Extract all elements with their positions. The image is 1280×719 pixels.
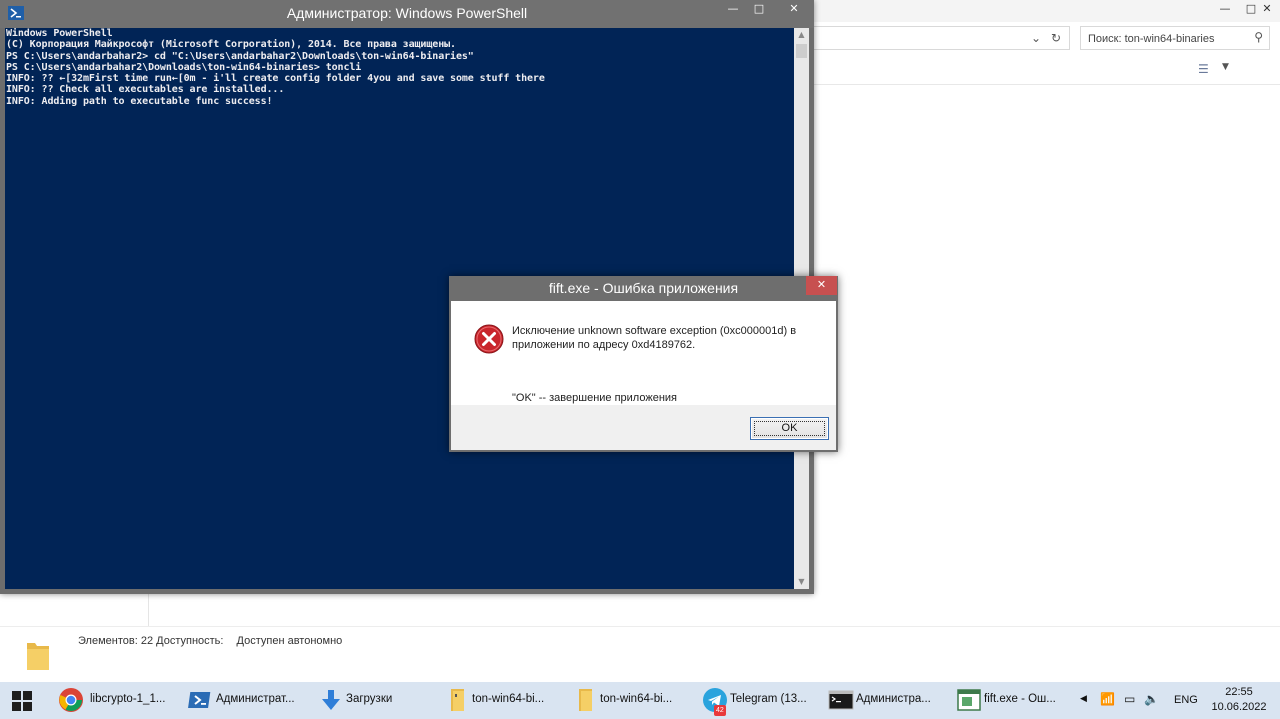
downloads-icon bbox=[322, 690, 340, 710]
dialog-message: Исключение unknown software exception (0… bbox=[512, 324, 822, 352]
explorer-close-button[interactable]: ✕ bbox=[1254, 0, 1280, 20]
taskbar-item-label: ton-win64-bi... bbox=[600, 693, 673, 705]
taskbar-item-folder-2[interactable]: ton-win64-bi... bbox=[566, 682, 690, 719]
taskbar-item-label: ton-win64-bi... bbox=[472, 693, 545, 705]
tray-expand-icon[interactable]: ◀ bbox=[1080, 693, 1087, 719]
monitor-icon[interactable]: ▭ bbox=[1124, 692, 1135, 719]
console-line: INFO: Adding path to executable func suc… bbox=[6, 95, 273, 107]
taskbar: libcrypto-1_1... Администрат... Загрузки bbox=[0, 682, 1280, 719]
explorer-minimize-button[interactable]: — bbox=[1212, 0, 1238, 20]
nav-pane-divider bbox=[148, 592, 149, 628]
ps-maximize-button[interactable]: □ bbox=[746, 0, 772, 20]
console-line: (C) Корпорация Майкрософт (Microsoft Cor… bbox=[6, 39, 456, 51]
console-line: INFO: ?? ←[32mFirst time run←[0m - i'll … bbox=[6, 73, 545, 85]
focus-rect bbox=[754, 421, 825, 436]
availability-value: Доступен автономно bbox=[236, 635, 343, 647]
taskbar-item-label: libcrypto-1_1... bbox=[90, 693, 166, 705]
taskbar-item-label: fift.exe - Ош... bbox=[984, 693, 1056, 705]
status-text: Элементов: 22 Доступность: Доступен авто… bbox=[78, 635, 342, 647]
taskbar-item-cmd[interactable]: Администра... bbox=[822, 682, 946, 719]
error-dialog[interactable]: fift.exe - Ошибка приложения ✕ Исключени… bbox=[449, 276, 838, 452]
console-line: PS C:\Users\andarbahar2> cd "C:\Users\an… bbox=[6, 50, 474, 62]
console-line: PS C:\Users\andarbahar2\Downloads\ton-wi… bbox=[6, 61, 362, 73]
taskbar-item-label: Загрузки bbox=[346, 693, 393, 705]
items-count: 22 bbox=[140, 635, 154, 647]
network-icon[interactable]: 📶 bbox=[1100, 692, 1115, 719]
view-details-icon[interactable]: ☰ bbox=[1198, 62, 1209, 76]
console-output: Windows PowerShell (C) Корпорация Майкро… bbox=[6, 28, 545, 107]
chevron-down-icon[interactable]: ⌄ bbox=[1026, 29, 1046, 47]
taskbar-item-fift-dialog[interactable]: fift.exe - Ош... bbox=[950, 682, 1074, 719]
ps-close-button[interactable]: ✕ bbox=[772, 0, 816, 20]
taskbar-clock[interactable]: 22:55 10.06.2022 bbox=[1208, 685, 1270, 715]
taskbar-item-label: Администра... bbox=[856, 693, 931, 705]
powershell-titlebar[interactable]: Администратор: Windows PowerShell — □ ✕ bbox=[0, 0, 814, 28]
powershell-title: Администратор: Windows PowerShell bbox=[286, 5, 528, 21]
volume-icon[interactable]: 🔈 bbox=[1144, 692, 1159, 719]
folder-large-icon bbox=[27, 643, 49, 670]
taskbar-item-powershell[interactable]: Администрат... bbox=[182, 682, 306, 719]
scroll-down-icon[interactable]: ▼ bbox=[794, 575, 809, 589]
console-line: Windows PowerShell bbox=[6, 28, 113, 39]
chrome-icon bbox=[59, 688, 83, 712]
taskbar-item-label: Telegram (13... bbox=[730, 693, 807, 705]
dialog-footer: OK bbox=[451, 405, 836, 450]
language-indicator[interactable]: ENG bbox=[1174, 694, 1198, 719]
ok-button[interactable]: OK bbox=[750, 417, 829, 440]
search-icon: ⚲ bbox=[1254, 30, 1263, 44]
clock-date: 10.06.2022 bbox=[1211, 701, 1267, 713]
error-icon bbox=[474, 324, 504, 354]
scroll-up-icon[interactable]: ▲ bbox=[794, 28, 809, 42]
app-window-icon bbox=[957, 689, 981, 711]
explorer-address-bar[interactable]: ⌄ ↻ bbox=[812, 26, 1070, 50]
dialog-hint: "OK" -- завершение приложения bbox=[512, 392, 677, 404]
dialog-close-button[interactable]: ✕ bbox=[806, 276, 837, 295]
explorer-titlebar: — □ ✕ bbox=[812, 0, 1280, 22]
dialog-titlebar[interactable]: fift.exe - Ошибка приложения ✕ bbox=[449, 276, 838, 301]
explorer-status-bar: Элементов: 22 Доступность: Доступен авто… bbox=[0, 626, 1280, 682]
refresh-icon[interactable]: ↻ bbox=[1046, 29, 1066, 47]
explorer-search-input[interactable]: Поиск: ton-win64-binaries ⚲ bbox=[1080, 26, 1270, 50]
view-dropdown-icon[interactable]: ▼ bbox=[1222, 62, 1229, 72]
dialog-body: Исключение unknown software exception (0… bbox=[451, 301, 836, 405]
taskbar-item-telegram[interactable]: 42 Telegram (13... bbox=[696, 682, 820, 719]
dialog-title: fift.exe - Ошибка приложения bbox=[548, 280, 739, 296]
taskbar-item-label: Администрат... bbox=[216, 693, 295, 705]
powershell-icon bbox=[188, 692, 211, 708]
windows-start-button[interactable] bbox=[12, 691, 32, 711]
ps-minimize-button[interactable]: — bbox=[720, 0, 746, 20]
message-line: приложении по адресу 0xd4189762. bbox=[512, 339, 696, 351]
telegram-unread-badge: 42 bbox=[714, 705, 726, 716]
availability-label: Доступность: bbox=[156, 635, 224, 647]
folder-icon bbox=[451, 689, 464, 711]
cmd-icon bbox=[828, 690, 854, 710]
clock-time: 22:55 bbox=[1225, 686, 1253, 698]
console-line: INFO: ?? Check all executables are insta… bbox=[6, 84, 285, 96]
taskbar-item-chrome[interactable]: libcrypto-1_1... bbox=[52, 682, 180, 719]
taskbar-item-downloads[interactable]: Загрузки bbox=[312, 682, 416, 719]
taskbar-item-folder-1[interactable]: ton-win64-bi... bbox=[438, 682, 562, 719]
desktop-screen: — □ ✕ ⌄ ↻ Поиск: ton-win64-binaries ⚲ ☰ … bbox=[0, 0, 1280, 719]
folder-icon bbox=[579, 689, 592, 711]
ribbon-divider bbox=[812, 84, 1280, 85]
items-label: Элементов: bbox=[78, 635, 138, 647]
search-placeholder: Поиск: ton-win64-binaries bbox=[1088, 33, 1215, 45]
message-line: Исключение unknown software exception (0… bbox=[512, 325, 797, 337]
scrollbar-thumb[interactable] bbox=[796, 44, 807, 58]
